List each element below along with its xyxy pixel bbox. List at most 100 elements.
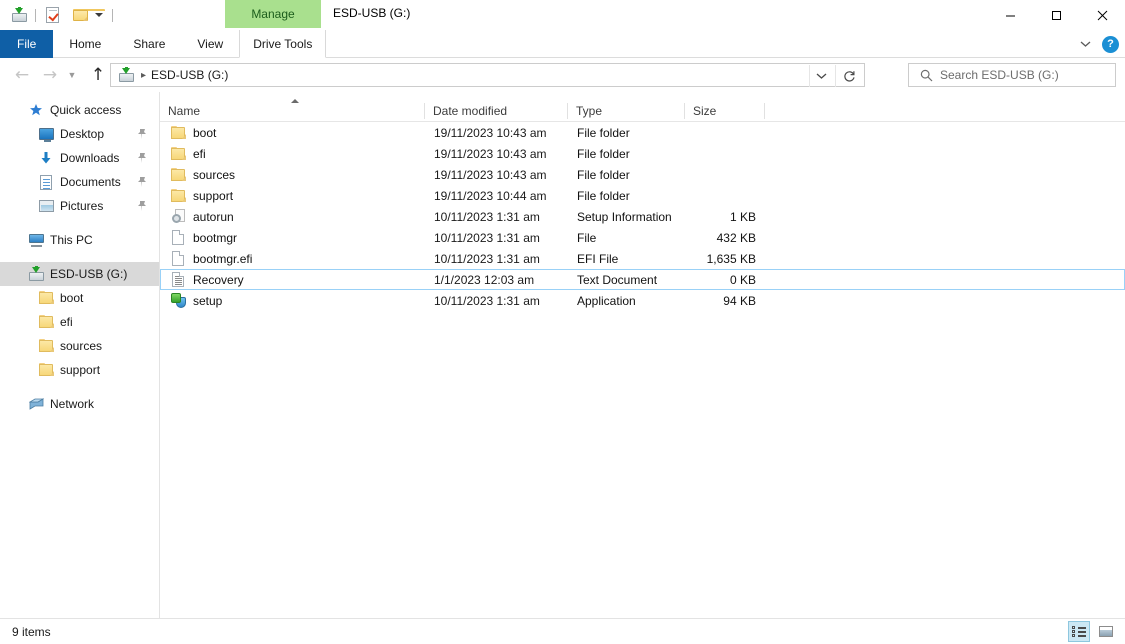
folder-icon — [38, 314, 54, 330]
close-button[interactable] — [1079, 0, 1125, 30]
tab-home[interactable]: Home — [53, 30, 117, 58]
cell-size: 94 KB — [723, 293, 756, 308]
table-row[interactable]: bootmgr.efi 10/11/2023 1:31 am EFI File … — [160, 248, 1125, 269]
drive-icon — [28, 265, 44, 282]
sidebar-item-documents[interactable]: Documents — [0, 170, 159, 194]
sidebar-label: Pictures — [60, 199, 104, 213]
cell-size — [686, 165, 766, 184]
cell-date: 19/11/2023 10:43 am — [434, 167, 547, 182]
sidebar-item-support[interactable]: support — [0, 358, 159, 382]
column-header-type[interactable]: Type — [568, 100, 685, 122]
sidebar-label: ESD-USB (G:) — [50, 267, 128, 281]
title-bar: Manage ESD-USB (G:) — [0, 0, 1125, 32]
documents-icon — [38, 174, 54, 190]
large-icons-view-button[interactable] — [1095, 621, 1117, 642]
sidebar-item-boot[interactable]: boot — [0, 286, 159, 310]
table-row[interactable]: bootmgr 10/11/2023 1:31 am File 432 KB — [160, 227, 1125, 248]
up-button[interactable]: ↑ — [86, 63, 110, 87]
ribbon-right-controls: ? — [1074, 30, 1119, 58]
table-row-selected[interactable]: Recovery 1/1/2023 12:03 am Text Document… — [160, 269, 1125, 290]
cell-name: sources — [161, 165, 426, 184]
folder-icon — [170, 125, 186, 141]
sidebar-item-quick-access[interactable]: Quick access — [0, 98, 159, 122]
application-icon — [170, 293, 186, 309]
cell-size — [686, 144, 766, 163]
pin-icon[interactable] — [137, 128, 147, 140]
pin-icon[interactable] — [137, 176, 147, 188]
properties-icon[interactable] — [41, 4, 63, 26]
sidebar-item-efi[interactable]: efi — [0, 310, 159, 334]
previous-locations-button[interactable] — [809, 65, 833, 87]
sidebar-label: support — [60, 363, 101, 377]
column-header-name[interactable]: Name — [160, 98, 425, 122]
column-header-label: Date modified — [433, 103, 508, 118]
window-controls — [987, 0, 1125, 30]
table-row[interactable]: efi 19/11/2023 10:43 am File folder — [160, 143, 1125, 164]
address-path-field[interactable]: ▸ ESD-USB (G:) — [110, 63, 865, 87]
column-header-size[interactable]: Size — [685, 100, 765, 122]
file-name-label: bootmgr.efi — [193, 251, 253, 266]
forward-button[interactable]: → — [38, 63, 62, 87]
tab-view[interactable]: View — [181, 30, 239, 58]
cell-type: EFI File — [577, 251, 619, 266]
sidebar-item-esd-usb[interactable]: ESD-USB (G:) — [0, 262, 159, 286]
pin-icon[interactable] — [137, 200, 147, 212]
sidebar-item-network[interactable]: Network — [0, 392, 159, 416]
large-icons-view-icon — [1099, 626, 1113, 637]
tab-file[interactable]: File — [0, 30, 54, 58]
column-header-label: Size — [693, 103, 717, 118]
table-row[interactable]: boot 19/11/2023 10:43 am File folder — [160, 122, 1125, 143]
back-arrow-icon: ← — [14, 64, 30, 85]
details-view-icon — [1072, 626, 1086, 637]
cell-name: Recovery — [161, 270, 426, 289]
address-bar: ← → ▼ ↑ ▸ ESD-USB (G:) Search ESD-USB (G… — [0, 59, 1125, 91]
sidebar-item-desktop[interactable]: Desktop — [0, 122, 159, 146]
maximize-button[interactable] — [1033, 0, 1079, 30]
drive-icon[interactable] — [8, 4, 30, 26]
setup-information-icon — [170, 209, 186, 225]
column-header-date-modified[interactable]: Date modified — [425, 100, 568, 122]
chevron-down-icon[interactable] — [1074, 33, 1096, 55]
up-arrow-icon: ↑ — [90, 64, 106, 85]
table-row[interactable]: autorun 10/11/2023 1:31 am Setup Informa… — [160, 206, 1125, 227]
search-input[interactable]: Search ESD-USB (G:) — [940, 68, 1059, 82]
cell-date: 19/11/2023 10:44 am — [434, 188, 547, 203]
tab-drive-tools[interactable]: Drive Tools — [239, 30, 327, 58]
file-name-label: Recovery — [193, 272, 244, 287]
cell-date: 10/11/2023 1:31 am — [434, 251, 540, 266]
sidebar-label: sources — [60, 339, 103, 353]
drive-icon-breadcrumb[interactable] — [117, 64, 135, 86]
tab-home-label: Home — [69, 37, 102, 51]
new-folder-icon[interactable] — [69, 4, 105, 26]
view-buttons — [1068, 621, 1117, 642]
chevron-down-icon: ▼ — [67, 70, 77, 80]
sidebar-label: Desktop — [60, 127, 105, 141]
quick-access-toolbar — [0, 0, 118, 30]
tab-share-label: Share — [133, 37, 166, 51]
sidebar-item-this-pc[interactable]: This PC — [0, 228, 159, 252]
help-icon[interactable]: ? — [1102, 35, 1119, 53]
file-list-pane: Name Date modified Type Size boot 19/11/… — [160, 92, 1125, 618]
table-row[interactable]: setup 10/11/2023 1:31 am Application 94 … — [160, 290, 1125, 311]
customize-quick-access-icon[interactable] — [91, 4, 107, 26]
cell-date: 10/11/2023 1:31 am — [434, 209, 540, 224]
table-row[interactable]: sources 19/11/2023 10:43 am File folder — [160, 164, 1125, 185]
sidebar-item-sources[interactable]: sources — [0, 334, 159, 358]
details-view-button[interactable] — [1068, 621, 1090, 642]
recent-locations-button[interactable]: ▼ — [64, 63, 80, 87]
sidebar-item-pictures[interactable]: Pictures — [0, 194, 159, 218]
pin-icon[interactable] — [137, 152, 147, 164]
desktop-icon — [38, 126, 54, 142]
table-row[interactable]: support 19/11/2023 10:44 am File folder — [160, 185, 1125, 206]
tab-share[interactable]: Share — [117, 30, 181, 58]
minimize-button[interactable] — [987, 0, 1033, 30]
back-button[interactable]: ← — [10, 63, 34, 87]
refresh-button[interactable] — [835, 65, 863, 87]
file-name-label: efi — [193, 146, 206, 161]
folder-icon — [38, 290, 54, 306]
breadcrumb-item-esd-usb[interactable]: ESD-USB (G:) — [151, 68, 228, 82]
sidebar-item-downloads[interactable]: Downloads — [0, 146, 159, 170]
search-box[interactable]: Search ESD-USB (G:) — [908, 63, 1116, 87]
pictures-icon — [38, 198, 54, 214]
